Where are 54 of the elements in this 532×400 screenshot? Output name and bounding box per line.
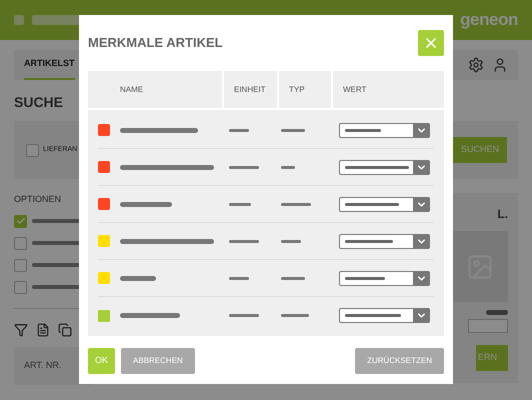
save-button[interactable]: ERN xyxy=(476,345,508,371)
checkbox[interactable] xyxy=(14,258,27,272)
placeholder-bar xyxy=(120,276,156,280)
search-button[interactable]: SUCHEN xyxy=(453,137,507,163)
placeholder-bar xyxy=(120,313,180,318)
card-title: L. xyxy=(497,206,508,223)
checkbox[interactable] xyxy=(26,144,39,156)
dropdown[interactable] xyxy=(339,160,430,174)
placeholder-bar xyxy=(32,263,80,267)
placeholder-bar xyxy=(229,240,259,242)
nav-tab[interactable]: ARTIKELST xyxy=(24,50,74,80)
page-title: SUCHE xyxy=(14,93,64,112)
settings-icon[interactable] xyxy=(468,57,484,73)
checkbox[interactable] xyxy=(14,214,27,228)
placeholder-bar xyxy=(281,276,305,280)
placeholder-bar xyxy=(281,128,305,132)
dropdown[interactable] xyxy=(339,122,430,138)
placeholder-bar xyxy=(281,314,309,317)
logo: geneon xyxy=(460,9,518,32)
placeholder-bar xyxy=(486,310,508,316)
copy-icon[interactable] xyxy=(58,322,72,336)
placeholder-bar xyxy=(229,314,259,317)
column-header: WERT xyxy=(333,71,444,108)
placeholder-bar xyxy=(32,285,80,289)
filter-icon[interactable] xyxy=(14,322,28,336)
input-field[interactable] xyxy=(468,319,508,334)
dropdown[interactable] xyxy=(339,234,430,248)
placeholder-bar xyxy=(32,219,80,223)
column-header: TYP xyxy=(279,71,331,108)
placeholder-bar xyxy=(281,166,295,168)
checkbox[interactable] xyxy=(14,280,27,294)
ok-button[interactable]: OK xyxy=(88,348,116,374)
close-icon xyxy=(423,35,439,51)
user-icon[interactable] xyxy=(492,57,508,73)
placeholder-bar xyxy=(229,276,249,280)
column-header: NAME xyxy=(88,71,222,108)
placeholder-bar xyxy=(229,202,251,206)
column-header: ART. NR. xyxy=(24,358,62,372)
reset-button[interactable]: ZURÜCKSETZEN xyxy=(355,348,444,374)
placeholder-bar xyxy=(229,128,249,132)
dropdown[interactable] xyxy=(339,308,430,323)
dropdown[interactable] xyxy=(339,196,430,212)
dropdown[interactable] xyxy=(339,270,430,286)
dialog-title: MERKMALE ARTIKEL xyxy=(88,34,223,52)
placeholder-bar xyxy=(32,241,80,245)
placeholder-bar xyxy=(120,202,172,206)
cancel-button[interactable]: ABBRECHEN xyxy=(121,348,195,374)
section-title: OPTIONEN xyxy=(14,193,62,206)
checkbox[interactable] xyxy=(14,236,27,250)
file-icon[interactable] xyxy=(36,322,50,336)
column-header: EINHEIT xyxy=(224,71,277,108)
placeholder-bar xyxy=(229,166,259,168)
placeholder-bar xyxy=(281,240,301,242)
placeholder-bar xyxy=(281,202,311,206)
